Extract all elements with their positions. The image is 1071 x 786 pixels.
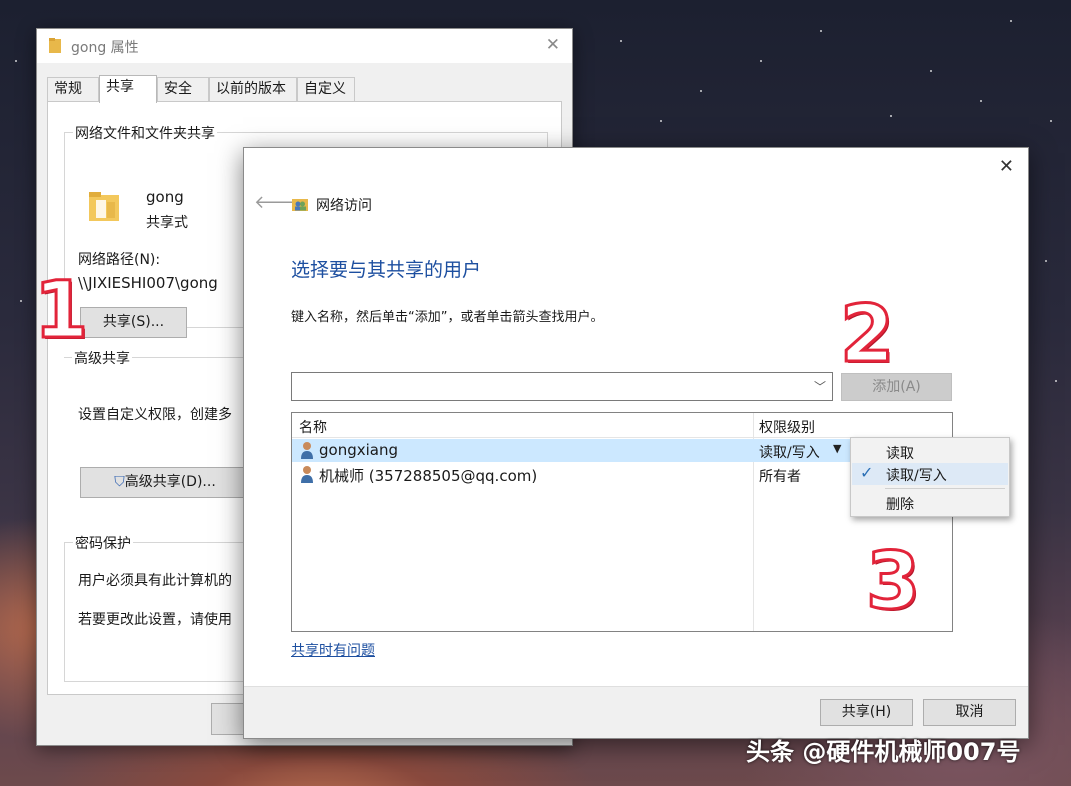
password-protection-line2: 若要更改此设置，请使用 (78, 612, 232, 628)
step-annotation-1: 1 (32, 266, 89, 356)
properties-titlebar[interactable]: gong 属性 ✕ (37, 29, 572, 63)
menu-item-label: 读取 (886, 446, 914, 462)
user-name: 机械师 (357288505@qq.com) (319, 467, 538, 485)
chevron-down-icon[interactable]: ﹀ (814, 378, 826, 395)
dialog-instruction: 键入名称，然后单击“添加”，或者单击箭头查找用户。 (291, 310, 604, 325)
checkmark-icon: ✓ (860, 463, 874, 482)
close-icon[interactable]: ✕ (546, 35, 560, 55)
menu-item-label: 读取/写入 (886, 468, 947, 484)
advanced-share-description: 设置自定义权限，创建多 (78, 407, 232, 423)
folder-share-status: 共享式 (146, 215, 188, 231)
user-avatar-icon (301, 442, 313, 459)
dialog-title: 网络访问 (316, 198, 372, 214)
advanced-share-button-label: 高级共享(D)... (124, 474, 216, 490)
network-path-value: \\JIXIESHI007\gong (78, 274, 218, 292)
properties-title: gong 属性 (71, 40, 139, 56)
menu-item-label: 删除 (886, 497, 914, 513)
menu-item-read-write[interactable]: ✓ 读取/写入 (852, 463, 1008, 485)
share-confirm-button[interactable]: 共享(H) (820, 699, 913, 726)
menu-item-remove[interactable]: 删除 (852, 492, 1008, 514)
network-share-legend: 网络文件和文件夹共享 (73, 123, 217, 143)
folder-name: gong (146, 188, 184, 206)
user-name: gongxiang (319, 441, 398, 459)
user-avatar-icon (301, 466, 313, 483)
watermark: 头条 @硬件机械师007号 (746, 738, 1021, 766)
advanced-share-button[interactable]: ⛉高级共享(D)... (80, 467, 250, 498)
tab-security[interactable]: 安全 (157, 77, 209, 101)
close-icon[interactable]: ✕ (999, 156, 1014, 177)
sharing-help-link[interactable]: 共享时有问题 (291, 640, 375, 660)
tab-customize[interactable]: 自定义 (297, 77, 355, 101)
tab-sharing[interactable]: 共享 (99, 75, 157, 103)
password-protection-legend: 密码保护 (73, 533, 133, 553)
column-header-permission[interactable]: 权限级别 (759, 417, 815, 437)
tab-general[interactable]: 常规 (47, 77, 99, 101)
folder-icon (49, 38, 61, 53)
password-protection-line1: 用户必须具有此计算机的 (78, 573, 232, 589)
share-button[interactable]: 共享(S)... (80, 307, 187, 338)
menu-separator (885, 488, 1005, 489)
dialog-footer: 共享(H) 取消 (244, 686, 1028, 738)
cancel-button[interactable]: 取消 (923, 699, 1016, 726)
step-annotation-3: 3 (864, 537, 921, 627)
network-users-icon (292, 199, 308, 211)
dropdown-arrow-icon[interactable]: ▼ (833, 442, 841, 455)
permission-menu: 读取 ✓ 读取/写入 删除 (850, 437, 1010, 517)
user-name-combobox[interactable]: ﹀ (291, 372, 833, 401)
user-permission[interactable]: 读取/写入 (759, 442, 820, 462)
dialog-heading: 选择要与其共享的用户 (291, 259, 482, 281)
menu-item-read[interactable]: 读取 (852, 441, 1008, 463)
tab-previous-versions[interactable]: 以前的版本 (209, 77, 297, 101)
column-header-name[interactable]: 名称 (299, 417, 327, 437)
network-path-label: 网络路径(N): (78, 252, 161, 268)
user-permission: 所有者 (759, 469, 801, 485)
shared-folder-icon (89, 192, 119, 221)
uac-shield-icon: ⛉ (114, 474, 125, 490)
step-annotation-2: 2 (838, 290, 895, 380)
